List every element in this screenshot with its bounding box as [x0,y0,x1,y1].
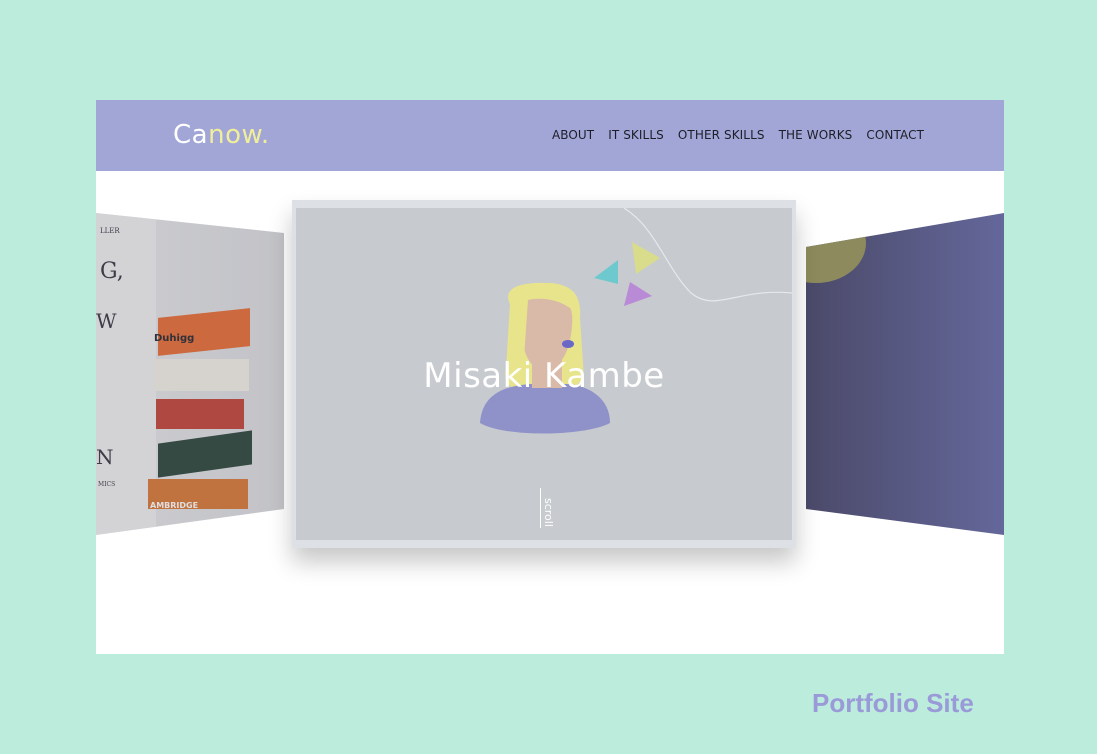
site-header: Canow. ABOUT IT SKILLS OTHER SKILLS THE … [96,100,1004,171]
triangle-purple-icon [624,282,652,306]
main-nav: ABOUT IT SKILLS OTHER SKILLS THE WORKS C… [552,128,924,142]
carousel-slide-left[interactable]: LLER G, W N MICS Duhigg AMBRIDGE [96,213,284,535]
decorative-blob [806,213,866,283]
triangle-yellow-icon [632,242,660,274]
scroll-indicator-line [540,488,541,528]
logo-part-2: now. [208,120,270,150]
hero-image: Misaki Kambe scroll [296,208,792,540]
triangle-teal-icon [594,260,618,284]
carousel-slide-right[interactable] [806,213,1004,535]
nav-it-skills[interactable]: IT SKILLS [608,128,664,142]
hero-title: Misaki Kambe [423,356,665,396]
site-preview: Canow. ABOUT IT SKILLS OTHER SKILLS THE … [96,100,1004,654]
page-caption: Portfolio Site [812,688,974,718]
logo-part-1: Ca [173,120,209,150]
site-logo[interactable]: Canow. [173,120,270,150]
carousel-slide-center[interactable]: Misaki Kambe scroll [292,200,796,548]
nav-other-skills[interactable]: OTHER SKILLS [678,128,765,142]
scroll-label[interactable]: scroll [542,498,555,527]
nav-contact[interactable]: CONTACT [866,128,924,142]
nav-about[interactable]: ABOUT [552,128,594,142]
nav-the-works[interactable]: THE WORKS [779,128,853,142]
